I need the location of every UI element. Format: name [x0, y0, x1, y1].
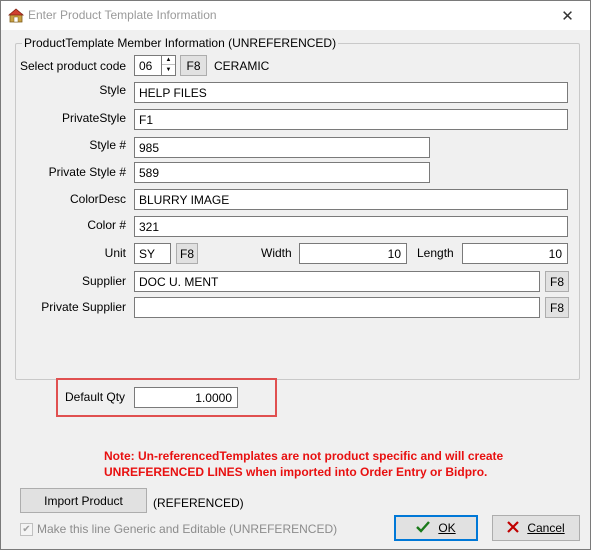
import-product-label: Import Product	[44, 493, 123, 508]
product-code-label: Select product code	[20, 59, 127, 73]
private-supplier-label: Private Supplier	[41, 300, 126, 314]
private-supplier-f8-button[interactable]: F8	[545, 297, 569, 318]
product-code-f8-button[interactable]: F8	[180, 55, 207, 76]
color-number-label: Color #	[87, 218, 126, 232]
unit-label: Unit	[104, 246, 126, 260]
style-number-input[interactable]: 985	[134, 137, 430, 158]
spin-up-icon[interactable]: ▲	[162, 56, 175, 65]
color-number-input[interactable]: 321	[134, 216, 568, 237]
spin-down-icon[interactable]: ▼	[162, 65, 175, 74]
unreferenced-note: Note: Un-referencedTemplates are not pro…	[104, 448, 524, 480]
private-style-number-label: Private Style #	[48, 165, 126, 179]
style-input[interactable]: HELP FILES	[134, 82, 568, 103]
style-number-label: Style #	[89, 138, 126, 152]
private-style-number-input[interactable]: 589	[134, 162, 430, 183]
length-input[interactable]: 10	[462, 243, 568, 264]
width-input[interactable]: 10	[299, 243, 407, 264]
generic-checkbox[interactable]: ✔	[20, 523, 33, 536]
cancel-x-icon	[507, 520, 520, 536]
generic-checkbox-label: Make this line Generic and Editable (UNR…	[37, 522, 338, 536]
import-product-button[interactable]: Import Product	[20, 488, 147, 513]
close-icon[interactable]: ✕	[545, 1, 590, 30]
product-code-description: CERAMIC	[214, 59, 270, 73]
length-label: Length	[417, 246, 454, 260]
style-label: Style	[99, 83, 126, 97]
unit-f8-button[interactable]: F8	[176, 243, 198, 264]
dialog-window: Enter Product Template Information ✕ Pro…	[0, 0, 591, 550]
note-line-2: UNREFERENCED LINES when imported into Or…	[104, 465, 488, 479]
color-desc-input[interactable]: BLURRY IMAGE	[134, 189, 568, 210]
ok-label: OK	[438, 521, 456, 535]
cancel-label: Cancel	[527, 521, 565, 535]
note-line-1: Note: Un-referencedTemplates are not pro…	[104, 449, 504, 463]
private-supplier-input[interactable]	[134, 297, 540, 318]
supplier-f8-button[interactable]: F8	[545, 271, 569, 292]
cancel-button[interactable]: Cancel	[492, 515, 580, 541]
color-desc-label: ColorDesc	[69, 192, 126, 206]
supplier-label: Supplier	[81, 274, 126, 288]
title-bar: Enter Product Template Information ✕	[1, 1, 590, 30]
group-legend: ProductTemplate Member Information (UNRE…	[22, 36, 339, 50]
window-title: Enter Product Template Information	[28, 8, 217, 22]
ok-button[interactable]: OK	[394, 515, 478, 541]
import-status: (REFERENCED)	[153, 496, 244, 510]
private-style-label: PrivateStyle	[61, 111, 126, 125]
supplier-input[interactable]: DOC U. MENT	[134, 271, 540, 292]
product-code-input[interactable]: 06	[134, 55, 162, 76]
app-icon	[7, 7, 26, 23]
default-qty-label: Default Qty	[65, 390, 126, 404]
product-code-spinner[interactable]: ▲ ▼	[161, 55, 176, 76]
width-label: Width	[261, 246, 292, 260]
private-style-input[interactable]: F1	[134, 109, 568, 130]
unit-input[interactable]: SY	[134, 243, 171, 264]
default-qty-input[interactable]: 1.0000	[134, 387, 238, 408]
check-icon	[416, 520, 431, 536]
